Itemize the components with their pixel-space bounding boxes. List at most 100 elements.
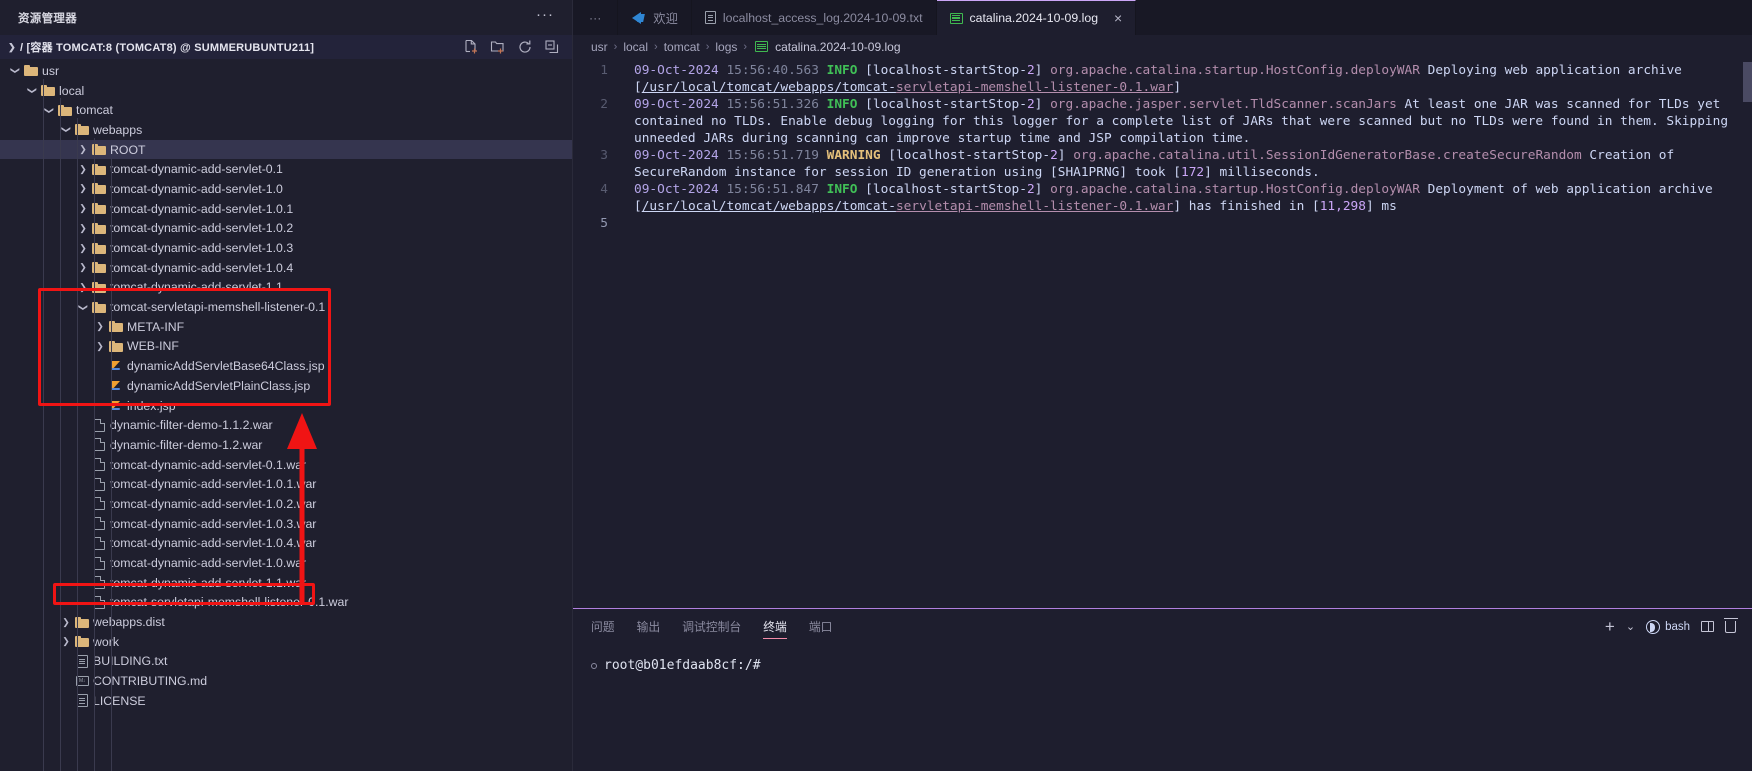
tab-catalina-log[interactable]: catalina.2024-10-09.log × <box>936 0 1137 35</box>
terminal-profile-dropdown-icon[interactable]: ⌄ <box>1626 620 1635 633</box>
tree-item[interactable]: ❯ ROOT <box>0 139 572 160</box>
code-token: org.apache.catalina.startup.HostConfig.d… <box>1050 63 1420 78</box>
new-file-icon[interactable] <box>463 39 479 55</box>
tree-item[interactable]: ❯dynamic-filter-demo-1.2.war <box>0 435 572 455</box>
breadcrumb-item[interactable]: tomcat <box>664 40 700 54</box>
scrollbar-slider[interactable] <box>1743 62 1752 102</box>
workspace-section-header[interactable]: ❯ / [容器 TOMCAT:8 (TOMCAT8) @ SUMMERUBUNT… <box>0 35 572 59</box>
tree-item[interactable]: ❯ tomcat-dynamic-add-servlet-1.0.1 <box>0 199 572 219</box>
tree-item[interactable]: ❯BUILDING.txt <box>0 652 572 672</box>
chevron-right-icon[interactable]: ❯ <box>76 223 90 234</box>
tab-welcome[interactable]: 欢迎 <box>618 0 692 35</box>
tree-item[interactable]: ❯ local <box>0 81 572 101</box>
tree-item[interactable]: ❯ tomcat-dynamic-add-servlet-1.0.4 <box>0 258 572 278</box>
panel-tab[interactable]: 调试控制台 <box>682 609 741 644</box>
tree-item[interactable]: ❯tomcat-dynamic-add-servlet-1.0.3.war <box>0 514 572 534</box>
breadcrumb-item[interactable]: usr <box>591 40 608 54</box>
tree-item[interactable]: ❯tomcat-dynamic-add-servlet-1.0.war <box>0 553 572 573</box>
tab-overflow-button[interactable]: ··· <box>573 0 619 35</box>
code-editor[interactable]: 1 09-Oct-2024 15:56:40.563 INFO [localhos… <box>573 58 1752 608</box>
tree-item[interactable]: ❯ tomcat-dynamic-add-servlet-0.1 <box>0 159 572 179</box>
breadcrumb-item[interactable]: catalina.2024-10-09.log <box>775 40 900 54</box>
chevron-right-icon[interactable]: ❯ <box>59 617 73 628</box>
tree-item-label: tomcat-dynamic-add-servlet-1.0.1.war <box>110 477 317 492</box>
tab-localhost-access-log[interactable]: localhost_access_log.2024-10-09.txt <box>691 0 937 35</box>
tree-item-label: tomcat-dynamic-add-servlet-0.1.war <box>110 457 307 472</box>
tree-item-label: usr <box>42 63 60 78</box>
tree-item[interactable]: ❯ tomcat <box>0 100 572 120</box>
code-token: 172 <box>1181 165 1205 180</box>
kill-terminal-icon[interactable] <box>1723 617 1738 633</box>
chevron-right-icon[interactable]: ❯ <box>93 341 107 352</box>
tree-indent-guide <box>77 118 78 771</box>
tree-item[interactable]: ❯ webapps <box>0 120 572 140</box>
chevron-right-icon[interactable]: ❯ <box>76 203 90 214</box>
tree-item[interactable]: ❯dynamicAddServletBase64Class.jsp <box>0 356 572 376</box>
chevron-right-icon[interactable]: ❯ <box>76 282 90 293</box>
tree-item[interactable]: ❯dynamic-filter-demo-1.1.2.war <box>0 415 572 435</box>
chevron-right-icon[interactable]: ❯ <box>59 636 73 647</box>
explorer-more-actions-button[interactable]: ··· <box>536 7 554 25</box>
terminal-body[interactable]: root@b01efdaab8cf:/# <box>573 644 1752 673</box>
tree-item[interactable]: ❯ tomcat-dynamic-add-servlet-1.0.3 <box>0 238 572 258</box>
chevron-right-icon[interactable]: ❯ <box>76 164 90 175</box>
tree-item[interactable]: ❯tomcat-dynamic-add-servlet-1.0.2.war <box>0 494 572 514</box>
chevron-right-icon: › <box>705 40 710 53</box>
tree-item[interactable]: ❯ tomcat-dynamic-add-servlet-1.1 <box>0 278 572 298</box>
tree-item[interactable]: ❯ tomcat-dynamic-add-servlet-1.0 <box>0 179 572 199</box>
file-tree[interactable]: ❯ usr ❯ local ❯ tomcat ❯ webapps ❯ ROOT ❯ tomcat-dy… <box>0 59 572 771</box>
tree-item[interactable]: ❯ tomcat-dynamic-add-servlet-1.0.2 <box>0 219 572 239</box>
tree-item[interactable]: ❯ tomcat-servletapi-memshell-listener-0.1 <box>0 297 572 317</box>
chevron-right-icon[interactable]: ❯ <box>93 321 107 332</box>
log-file-icon <box>755 41 769 52</box>
chevron-right-icon[interactable]: ❯ <box>76 183 90 194</box>
tree-item[interactable]: ❯ WEB-INF <box>0 337 572 357</box>
panel-action-group: + ⌄ bash <box>1605 617 1752 635</box>
tree-item[interactable]: ❯ webapps.dist <box>0 612 572 632</box>
tree-item[interactable]: ❯ work <box>0 632 572 652</box>
chevron-down-icon[interactable]: ❯ <box>27 84 38 98</box>
panel-tab[interactable]: 输出 <box>637 609 661 644</box>
tree-item[interactable]: ❯tomcat-servletapi-memshell-listener-0.1… <box>0 593 572 613</box>
tree-item-label: META-INF <box>127 319 185 334</box>
tree-item[interactable]: ❯LICENSE <box>0 691 572 711</box>
chevron-down-icon[interactable]: ❯ <box>44 103 55 117</box>
panel-tab[interactable]: 端口 <box>809 609 833 644</box>
tree-indent-guide <box>111 157 112 771</box>
tree-item[interactable]: ❯tomcat-dynamic-add-servlet-1.0.4.war <box>0 534 572 554</box>
split-terminal-icon[interactable] <box>1701 621 1714 632</box>
editor-line: 4 09-Oct-2024 15:56:51.847 INFO [localhos… <box>573 181 1752 215</box>
terminal-prompt-marker-icon <box>591 662 597 669</box>
chevron-down-icon[interactable]: ❯ <box>10 64 21 78</box>
tab-label: catalina.2024-10-09.log <box>969 11 1099 25</box>
tree-item-label: webapps.dist <box>93 615 165 630</box>
panel-tab[interactable]: 问题 <box>591 609 615 644</box>
tree-item[interactable]: ❯M↓CONTRIBUTING.md <box>0 671 572 691</box>
new-terminal-button[interactable]: + <box>1605 618 1615 635</box>
panel-tab[interactable]: 终端 <box>763 609 787 644</box>
breadcrumb-item[interactable]: logs <box>715 40 737 54</box>
chevron-down-icon[interactable]: ❯ <box>78 300 89 314</box>
breadcrumb-item[interactable]: local <box>623 40 648 54</box>
tree-item[interactable]: ❯ META-INF <box>0 317 572 337</box>
chevron-down-icon[interactable]: ❯ <box>61 123 72 137</box>
tree-item-label: work <box>93 634 119 649</box>
tree-item[interactable]: ❯tomcat-dynamic-add-servlet-0.1.war <box>0 455 572 475</box>
tree-item[interactable]: ❯tomcat-dynamic-add-servlet-1.1.war <box>0 573 572 593</box>
tree-item[interactable]: ❯ usr <box>0 61 572 81</box>
refresh-icon[interactable] <box>517 39 533 55</box>
chevron-right-icon[interactable]: ❯ <box>76 243 90 254</box>
code-token: [localhost-startStop- <box>857 63 1027 78</box>
tree-item[interactable]: ❯index.jsp <box>0 396 572 416</box>
new-folder-icon[interactable] <box>490 39 506 55</box>
explorer-sidebar: 资源管理器 ··· ❯ / [容器 TOMCAT:8 (TOMCAT8) @ S… <box>0 0 573 771</box>
war-file-icon <box>93 497 105 511</box>
terminal-shell-indicator[interactable]: bash <box>1646 619 1690 634</box>
code-token: WARNING <box>826 148 881 163</box>
chevron-right-icon[interactable]: ❯ <box>76 262 90 273</box>
collapse-all-icon[interactable] <box>544 39 560 55</box>
chevron-right-icon[interactable]: ❯ <box>76 144 90 155</box>
close-icon[interactable]: × <box>1114 11 1122 25</box>
tree-item[interactable]: ❯dynamicAddServletPlainClass.jsp <box>0 376 572 396</box>
tree-item[interactable]: ❯tomcat-dynamic-add-servlet-1.0.1.war <box>0 474 572 494</box>
